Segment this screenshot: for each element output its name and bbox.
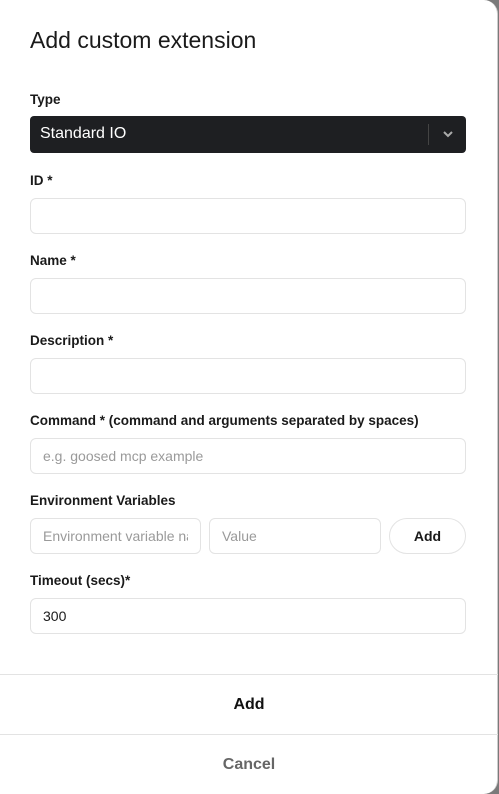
timeout-input[interactable] — [30, 598, 466, 634]
description-label: Description * — [30, 333, 114, 348]
type-select-value: Standard IO — [40, 125, 127, 142]
command-label: Command * (command and arguments separat… — [30, 413, 419, 428]
name-input[interactable] — [30, 278, 466, 314]
cancel-button[interactable]: Cancel — [0, 735, 498, 794]
command-input[interactable] — [30, 438, 466, 474]
type-select[interactable]: Standard IO — [30, 116, 466, 153]
type-label: Type — [30, 92, 61, 107]
select-separator — [428, 124, 429, 145]
id-input[interactable] — [30, 198, 466, 234]
env-value-input[interactable] — [209, 518, 381, 554]
env-label: Environment Variables — [30, 493, 176, 508]
id-label: ID * — [30, 173, 53, 188]
description-input[interactable] — [30, 358, 466, 394]
timeout-label: Timeout (secs)* — [30, 573, 131, 588]
add-env-button[interactable]: Add — [389, 518, 466, 554]
add-button[interactable]: Add — [0, 675, 498, 734]
add-extension-dialog: Add custom extension Type Standard IO ID… — [0, 0, 498, 794]
env-name-input[interactable] — [30, 518, 201, 554]
chevron-down-icon — [443, 131, 453, 138]
dialog-title: Add custom extension — [30, 27, 257, 53]
name-label: Name * — [30, 253, 76, 268]
